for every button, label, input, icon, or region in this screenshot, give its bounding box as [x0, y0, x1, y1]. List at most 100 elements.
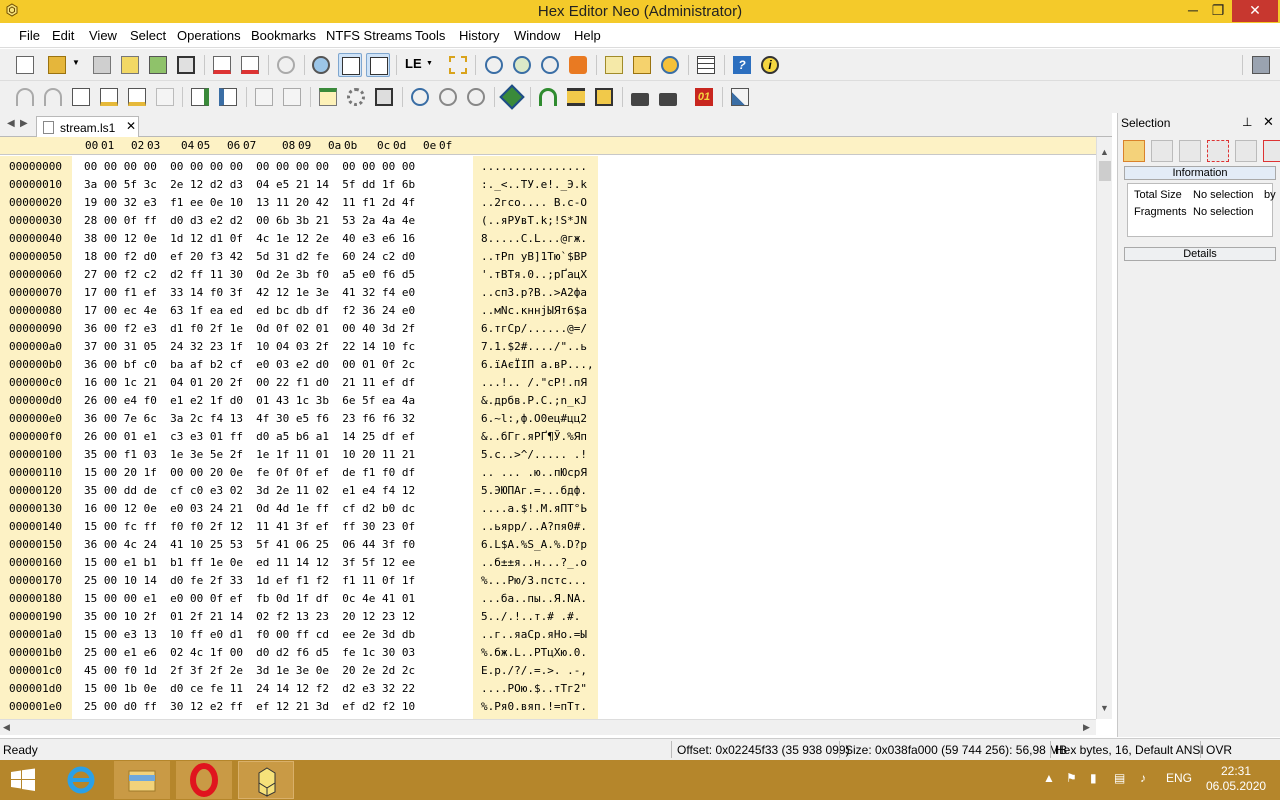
hex-editor[interactable]: 00 01 02 03 04 05 06 07 08 09 0a 0b 0c 0d 0e 0f 0000000… [0, 137, 1112, 737]
row-bytes[interactable]: 17 00 f1 ef 33 14 f0 3f 42 12 1e 3e 41 3… [84, 286, 415, 304]
pattern-coloring-icon[interactable] [309, 53, 333, 77]
multiple-select-icon[interactable] [446, 53, 470, 77]
calculator-icon[interactable] [602, 53, 626, 77]
row-bytes[interactable]: 37 00 31 05 24 32 23 1f 10 04 03 2f 22 1… [84, 340, 415, 358]
menu-edit[interactable]: Edit [52, 28, 74, 43]
structure-viewer-icon[interactable] [694, 53, 718, 77]
copy-as-icon[interactable] [188, 85, 212, 109]
lock-icon[interactable] [628, 85, 652, 109]
row-text[interactable]: &..бГг.яРҐ¶Ў.%Яп [481, 430, 587, 448]
row-text[interactable]: .. ... .ю..пЮсрЯ [481, 466, 587, 484]
fill-icon[interactable] [125, 85, 149, 109]
internet-explorer-icon[interactable] [53, 761, 109, 799]
row-text[interactable]: 6.~l:,ф.O0ец#цц2 [481, 412, 587, 430]
insert-icon[interactable] [97, 85, 121, 109]
pin-icon[interactable] [499, 84, 525, 110]
bookmark-icon[interactable] [536, 85, 560, 109]
row-text[interactable]: ..г..яаСр.яНо.=Ы [481, 628, 587, 646]
unlock-icon[interactable] [656, 85, 680, 109]
row-bytes[interactable]: 16 00 1c 21 04 01 20 2f 00 22 f1 d0 21 1… [84, 376, 415, 394]
row-bytes[interactable]: 3a 00 5f 3c 2e 12 d2 d3 04 e5 21 14 5f d… [84, 178, 415, 196]
row-bytes[interactable]: 36 00 7e 6c 3a 2c f4 13 4f 30 e5 f6 23 f… [84, 412, 415, 430]
row-bytes[interactable]: 35 00 dd de cf c0 e3 02 3d 2e 11 02 e1 e… [84, 484, 415, 502]
zoom-out-icon[interactable] [436, 85, 460, 109]
open-dropdown-icon[interactable]: ▼ [69, 53, 83, 77]
menu-tools[interactable]: Tools [415, 28, 445, 43]
row-bytes[interactable]: 17 00 ec 4e 63 1f ea ed ed bc db df f2 3… [84, 304, 415, 322]
row-text[interactable]: ................ [481, 160, 587, 178]
about-icon[interactable]: i [758, 53, 782, 77]
row-bytes[interactable]: 25 00 e1 e6 02 4c 1f 00 d0 d2 f6 d5 fe 1… [84, 646, 415, 664]
selection-merge-icon[interactable] [1235, 140, 1257, 162]
scroll-thumb[interactable] [1099, 161, 1111, 181]
menu-select[interactable]: Select [130, 28, 166, 43]
delete-icon[interactable] [153, 85, 177, 109]
select-all-icon[interactable] [1123, 140, 1145, 162]
row-text[interactable]: ...ба..пы..Я.NA. [481, 592, 587, 610]
row-bytes[interactable]: 26 00 e4 f0 e1 e2 1f d0 01 43 1c 3b 6e 5… [84, 394, 415, 412]
maximize-button[interactable]: ❐ [1205, 0, 1231, 22]
find-icon[interactable] [482, 53, 506, 77]
opera-browser-icon[interactable] [176, 761, 232, 799]
tabs-scroll-right[interactable]: ▶ [20, 118, 28, 129]
row-bytes[interactable]: 25 00 d0 ff 30 12 e2 ff ef 12 21 3d ef d… [84, 700, 415, 718]
row-text[interactable]: ..сп3.р?B..>A2фа [481, 286, 587, 304]
selection-range-icon[interactable] [1207, 140, 1229, 162]
row-bytes[interactable]: 15 00 00 e1 e0 00 0f ef fb 0d 1f df 0c 4… [84, 592, 415, 610]
row-text[interactable]: 8.....С.L...@гж. [481, 232, 587, 250]
export-icon[interactable] [216, 85, 240, 109]
details-section-header[interactable]: Details [1124, 247, 1276, 261]
clear-selection-icon[interactable] [1263, 140, 1280, 162]
row-text[interactable]: ...!.. /."сР!.пЯ [481, 376, 587, 394]
row-bytes[interactable]: 18 00 f2 d0 ef 20 f3 42 5d 31 d2 fe 60 2… [84, 250, 415, 268]
redo-icon[interactable] [41, 85, 65, 109]
print-icon[interactable] [174, 53, 198, 77]
undo-icon[interactable] [13, 85, 37, 109]
row-text[interactable]: ..ьярр/..A?пя0#. [481, 520, 587, 538]
close-all-icon[interactable] [238, 53, 262, 77]
row-bytes[interactable]: 15 00 fc ff f0 f0 2f 12 11 41 3f ef ff 3… [84, 520, 415, 538]
row-bytes[interactable]: 45 00 f0 1d 2f 3f 2f 2e 3d 1e 3e 0e 20 2… [84, 664, 415, 682]
action-center-icon[interactable]: ⚑ [1066, 771, 1077, 785]
power-icon[interactable]: ▮ [1090, 771, 1097, 785]
row-text[interactable]: 5../.!..т.# .#. [481, 610, 580, 628]
scroll-left-arrow[interactable]: ◀ [3, 722, 10, 733]
row-text[interactable]: 5.ЭЮПАг.=...бдф. [481, 484, 587, 502]
save-as-icon[interactable] [118, 53, 142, 77]
row-text[interactable]: 5.с..>^/..... .! [481, 448, 587, 466]
paste-icon[interactable] [280, 85, 304, 109]
row-text[interactable]: 7.1.$2#..../"..ь [481, 340, 587, 358]
tabs-scroll-left[interactable]: ◀ [7, 118, 15, 129]
windows-start-icon[interactable] [10, 768, 36, 792]
row-text[interactable]: &.дрбв.Р.C.;n_кJ [481, 394, 587, 412]
checksum-icon[interactable] [630, 53, 654, 77]
plugin-icon[interactable] [566, 53, 590, 77]
select-block-icon[interactable] [592, 85, 616, 109]
row-bytes[interactable]: 26 00 01 e1 c3 e3 01 ff d0 a5 b6 a1 14 2… [84, 430, 415, 448]
refresh-icon[interactable] [274, 53, 298, 77]
new-file-icon[interactable] [13, 53, 37, 77]
find-all-icon[interactable] [510, 53, 534, 77]
row-bytes[interactable]: 16 00 12 0e e0 03 24 21 0d 4d 1e ff cf d… [84, 502, 415, 520]
row-bytes[interactable]: 28 00 0f ff d0 d3 e2 d2 00 6b 3b 21 53 2… [84, 214, 415, 232]
settings-icon[interactable] [1249, 53, 1273, 77]
panel-close-button[interactable]: ✕ [1263, 114, 1274, 130]
info-bar-icon[interactable] [338, 53, 362, 77]
row-bytes[interactable]: 35 00 10 2f 01 2f 21 14 02 f2 13 23 20 1… [84, 610, 415, 628]
row-text[interactable]: ..2гсо.... B.с-O [481, 196, 587, 214]
row-text[interactable]: ....РОю.$..тТг2" [481, 682, 587, 700]
row-bytes[interactable]: 36 00 f2 e3 d1 f0 2f 1e 0d 0f 02 01 00 4… [84, 322, 415, 340]
row-bytes[interactable]: 15 00 20 1f 00 00 20 0e fe 0f 0f ef de f… [84, 466, 415, 484]
volume-icon[interactable]: ♪ [1140, 771, 1146, 785]
row-bytes[interactable]: 35 00 f1 03 1e 3e 5e 2f 1e 1f 11 01 10 2… [84, 448, 415, 466]
row-bytes[interactable]: 36 00 4c 24 41 10 25 53 5f 41 06 25 06 4… [84, 538, 415, 556]
menu-bookmarks[interactable]: Bookmarks [251, 28, 316, 43]
row-bytes[interactable]: 15 00 e1 b1 b1 ff 1e 0e ed 11 14 12 3f 5… [84, 556, 415, 574]
save-icon[interactable] [90, 53, 114, 77]
menu-ntfs-streams[interactable]: NTFS Streams [326, 28, 412, 43]
row-bytes[interactable]: 25 00 10 14 d0 fe 2f 33 1d ef f1 f2 f1 1… [84, 574, 415, 592]
save-all-icon[interactable] [146, 53, 170, 77]
invert-selection-icon[interactable] [1151, 140, 1173, 162]
file-explorer-icon[interactable] [114, 761, 170, 799]
split-selection-icon[interactable] [1179, 140, 1201, 162]
